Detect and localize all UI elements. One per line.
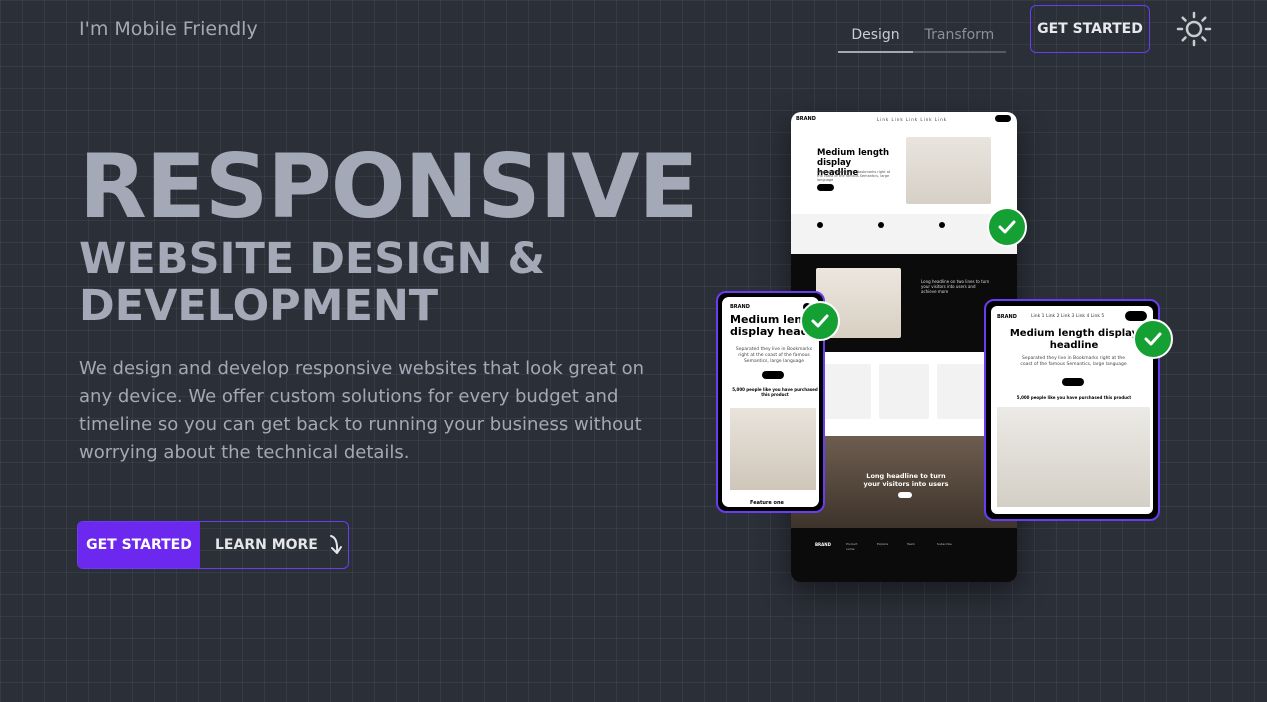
view-tabs: Design Transform xyxy=(838,26,1006,53)
feature-dot xyxy=(817,222,823,228)
footer-col: Explore xyxy=(877,542,889,546)
hero-description: We design and develop responsive website… xyxy=(79,358,645,463)
tablet-screen: BRAND Link 1 Link 2 Link 3 Link 4 Link 5… xyxy=(991,306,1153,514)
phone-feature: Feature one xyxy=(750,500,784,506)
tablet-headline: Medium length display headline xyxy=(1009,328,1139,351)
phone-brand: BRAND xyxy=(730,304,750,310)
tablet-proof: 5,000 people like you have purchased thi… xyxy=(1016,395,1132,400)
testimonial-card xyxy=(879,364,929,419)
tablet-action-button xyxy=(1062,378,1084,386)
header-get-started-button[interactable]: GET STARTED xyxy=(1030,5,1150,53)
tablet-brand: BRAND xyxy=(997,314,1017,320)
desktop-footer: BRAND Product name Explore Team Subscrib… xyxy=(791,528,1017,582)
phone-image xyxy=(730,408,816,490)
sun-icon[interactable] xyxy=(1176,11,1212,47)
get-started-button[interactable]: GET STARTED xyxy=(78,522,200,568)
footer-col: Team xyxy=(907,542,915,546)
testimonial-card xyxy=(821,364,871,419)
tab-design[interactable]: Design xyxy=(838,26,913,53)
desktop-subtext: Separated they live in Bookmarks right a… xyxy=(817,170,891,182)
phone-action-button xyxy=(762,371,784,379)
desktop-photo-button xyxy=(898,492,912,498)
site-brand[interactable]: I'm Mobile Friendly xyxy=(79,18,258,40)
desktop-photo-headline: Long headline to turn your visitors into… xyxy=(863,472,949,488)
tablet-subtext: Separated they live in Bookmarks right a… xyxy=(1020,356,1127,367)
desktop-nav-button xyxy=(995,115,1011,122)
learn-more-label: LEARN MORE xyxy=(215,537,318,553)
learn-more-button[interactable]: LEARN MORE xyxy=(200,522,348,568)
tab-transform[interactable]: Transform xyxy=(913,26,1006,51)
arrow-down-curve-icon xyxy=(329,535,342,554)
tablet-nav-button xyxy=(1125,311,1147,321)
testimonial-card xyxy=(937,364,987,419)
desktop-action-button xyxy=(817,184,834,191)
hero-subtitle-line1: WEBSITE DESIGN & xyxy=(79,234,546,284)
desktop-hero-image xyxy=(906,137,991,204)
phone-subtext: Separated they live in Bookmarks right a… xyxy=(735,347,813,364)
tablet-image xyxy=(997,407,1150,507)
desktop-brand: BRAND xyxy=(796,116,816,122)
footer-col: Subscribe xyxy=(937,542,952,546)
desktop-section-headline: Long headline on two lines to turn your … xyxy=(921,279,990,294)
check-circle-icon xyxy=(800,301,840,341)
feature-dot xyxy=(878,222,884,228)
footer-col: Product name xyxy=(846,542,858,551)
feature-dot xyxy=(939,222,945,228)
desktop-features xyxy=(791,214,1017,254)
phone-proof: 5,000 people like you have purchased thi… xyxy=(732,387,818,397)
check-circle-icon xyxy=(1133,319,1173,359)
hero-subtitle-line2: DEVELOPMENT xyxy=(79,281,439,331)
hero-title: RESPONSIVE xyxy=(79,135,699,238)
desktop-footer-brand: BRAND xyxy=(815,542,831,547)
check-circle-icon xyxy=(987,207,1027,247)
hero-cta-group: GET STARTED LEARN MORE xyxy=(77,521,349,569)
desktop-hero-section: BRAND Link Link Link Link Link Medium le… xyxy=(791,112,1017,214)
desktop-nav: Link Link Link Link Link xyxy=(877,117,948,122)
tablet-nav: Link 1 Link 2 Link 3 Link 4 Link 5 xyxy=(1031,314,1105,319)
